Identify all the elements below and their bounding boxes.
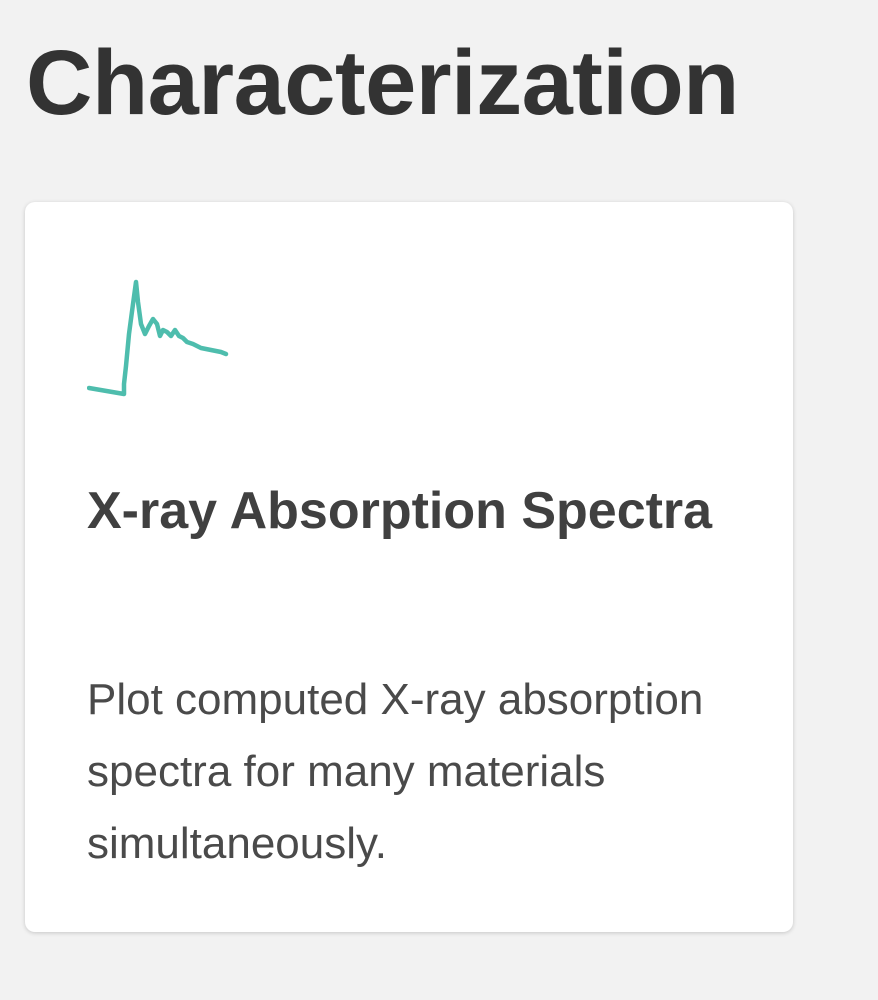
xas-app-card[interactable]: X-ray Absorption Spectra Plot computed X… — [25, 202, 793, 932]
card-title: X-ray Absorption Spectra — [87, 482, 713, 540]
spectrum-line — [87, 279, 229, 397]
card-description: Plot computed X-ray absorption spectra f… — [87, 675, 704, 868]
section-title: Characterization — [26, 32, 739, 134]
xray-spectrum-icon — [87, 279, 229, 397]
page: Characterization X-ray Absorption Spectr… — [0, 0, 878, 1000]
